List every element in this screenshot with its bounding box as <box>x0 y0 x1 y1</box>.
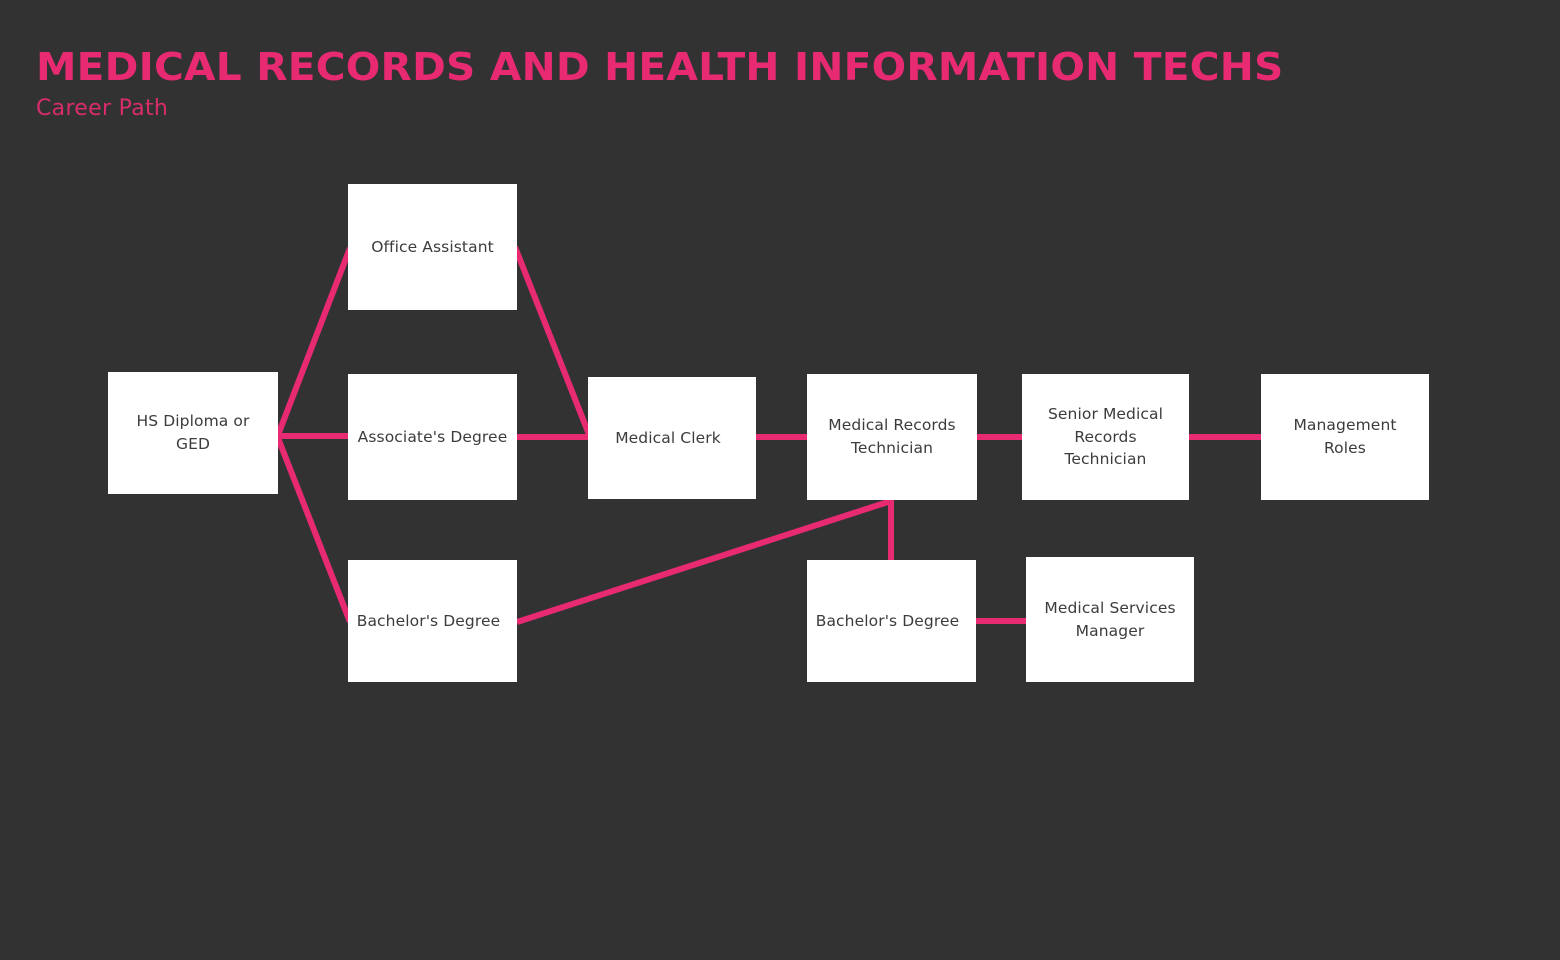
edge-office-assistant-to-medical-clerk <box>512 245 593 439</box>
node-label: Medical Services Manager <box>1044 598 1176 640</box>
node-label: HS Diploma or GED <box>136 412 250 453</box>
node-label: Bachelor's Degree <box>356 611 501 630</box>
node-label: Office Assistant <box>371 237 494 256</box>
page-title: MEDICAL RECORDS AND HEALTH INFORMATION T… <box>36 45 1284 89</box>
node-label: Management Roles <box>1293 416 1397 457</box>
node-associates-degree[interactable]: Associate's Degree <box>348 374 517 500</box>
node-label: Associate's Degree <box>357 427 508 446</box>
node-label: Medical Records Technician <box>828 416 956 457</box>
edge-hs-to-office-assistant <box>275 246 353 437</box>
node-medical-clerk[interactable]: Medical Clerk <box>588 377 756 499</box>
edge-hs-to-bachelors-left <box>275 436 353 624</box>
node-medical-records-technician[interactable]: Medical Records Technician <box>807 374 977 500</box>
node-bachelors-degree-right[interactable]: Bachelor's Degree <box>807 560 976 682</box>
node-label: Bachelor's Degree <box>815 611 960 630</box>
node-management-roles[interactable]: Management Roles <box>1261 374 1429 500</box>
node-label: Medical Clerk <box>615 428 721 447</box>
node-label: Senior Medical Records Technician <box>1047 404 1164 469</box>
node-hs-diploma-or-ged[interactable]: HS Diploma or GED <box>108 372 278 494</box>
node-office-assistant[interactable]: Office Assistant <box>348 184 517 310</box>
page-subtitle: Career Path <box>36 95 169 121</box>
node-bachelors-degree-left[interactable]: Bachelor's Degree <box>348 560 517 682</box>
diagram-canvas: MEDICAL RECORDS AND HEALTH INFORMATION T… <box>0 0 1560 960</box>
node-medical-services-manager[interactable]: Medical Services Manager <box>1026 557 1194 682</box>
node-senior-medical-records-technician[interactable]: Senior Medical Records Technician <box>1022 374 1189 500</box>
header: MEDICAL RECORDS AND HEALTH INFORMATION T… <box>36 47 1336 121</box>
